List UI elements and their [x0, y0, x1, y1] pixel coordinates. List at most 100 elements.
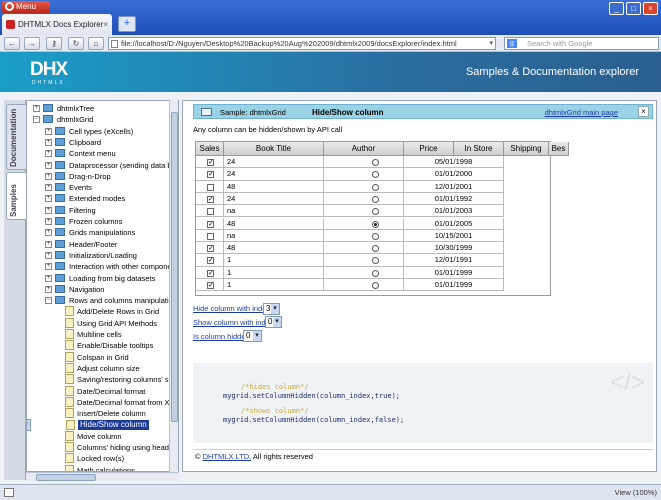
table-row[interactable]: na 01/01/2003 — [196, 205, 552, 218]
date-cell[interactable]: 01/01/1999 — [404, 279, 504, 292]
radio-button[interactable] — [372, 245, 379, 253]
expand-icon[interactable]: + — [45, 206, 52, 214]
column-header[interactable]: Sales — [196, 142, 224, 156]
expand-icon[interactable]: + — [45, 127, 52, 135]
expand-icon[interactable]: + — [45, 240, 52, 248]
title-cell[interactable]: 24 — [224, 192, 324, 206]
date-cell[interactable]: 01/01/2005 — [404, 217, 504, 230]
expand-icon[interactable]: + — [45, 229, 52, 237]
expand-icon[interactable]: + — [45, 263, 52, 271]
date-cell[interactable]: 10/30/1999 — [404, 242, 504, 255]
chevron-down-icon[interactable]: ▾ — [489, 38, 493, 49]
zoom-level[interactable]: View (100%) — [615, 488, 657, 497]
radio-button[interactable] — [372, 269, 379, 277]
browser-tab[interactable]: DHTMLX Docs Explorer × — [2, 14, 112, 35]
table-row[interactable]: ✓ 1 01/01/1999 — [196, 266, 552, 279]
column-header[interactable]: Author — [324, 142, 404, 156]
expand-icon[interactable]: + — [45, 172, 52, 180]
minimize-button[interactable]: _ — [609, 2, 624, 15]
radio-button[interactable] — [372, 232, 379, 240]
checkbox[interactable]: ✓ — [207, 257, 214, 265]
checkbox[interactable]: ✓ — [207, 159, 214, 166]
checkbox[interactable]: ✓ — [207, 195, 214, 203]
checkbox[interactable]: ✓ — [207, 220, 214, 228]
radio-button[interactable] — [372, 208, 379, 216]
search-input[interactable]: g Search with Google — [504, 37, 659, 50]
close-window-button[interactable]: × — [643, 2, 658, 15]
expand-icon[interactable]: + — [45, 161, 52, 169]
radio-button[interactable] — [372, 159, 379, 166]
expand-icon[interactable]: + — [45, 218, 52, 225]
checkbox[interactable]: ✓ — [207, 171, 214, 179]
expand-icon[interactable]: + — [45, 184, 52, 192]
column-header[interactable]: In Store — [454, 142, 504, 156]
table-row[interactable]: ✓ 48 10/30/1999 — [196, 242, 552, 255]
menu-button[interactable]: Menu — [2, 1, 50, 13]
back-button[interactable]: ← — [4, 37, 20, 50]
checkbox[interactable]: ✓ — [207, 245, 214, 253]
expand-icon[interactable]: + — [33, 105, 40, 112]
title-cell[interactable]: 48 — [224, 180, 324, 193]
expand-icon[interactable]: + — [45, 274, 52, 282]
expand-icon[interactable]: + — [45, 285, 52, 293]
column-header[interactable]: Bes — [549, 142, 569, 156]
title-cell[interactable]: na — [224, 205, 324, 218]
is-hidden-select[interactable]: 0 — [243, 330, 262, 342]
tree-vertical-scrollbar[interactable] — [169, 100, 178, 472]
title-cell[interactable]: 1 — [224, 266, 324, 279]
tree-horizontal-scrollbar[interactable] — [26, 472, 179, 481]
title-cell[interactable]: 1 — [224, 254, 324, 267]
title-cell[interactable]: na — [224, 229, 324, 243]
show-index-select[interactable]: 0 — [265, 316, 282, 328]
date-cell[interactable]: 12/01/2001 — [404, 180, 504, 193]
table-row[interactable]: 48 12/01/2001 — [196, 180, 552, 193]
collapse-icon[interactable]: − — [33, 116, 40, 124]
close-icon[interactable]: × — [638, 106, 649, 117]
collapse-icon[interactable]: − — [45, 297, 52, 305]
forward-button[interactable]: → — [24, 37, 40, 50]
is-hidden-link[interactable]: Is column hidden — [193, 332, 250, 341]
date-cell[interactable]: 05/01/1998 — [404, 156, 504, 169]
column-header[interactable]: Book Title — [224, 142, 324, 156]
title-cell[interactable]: 1 — [224, 279, 324, 292]
key-icon[interactable]: ⚷ — [46, 37, 62, 50]
table-row[interactable]: ✓ 48 01/01/2005 — [196, 217, 552, 230]
checkbox[interactable]: ✓ — [207, 282, 214, 289]
table-row[interactable]: ✓ 24 01/01/2000 — [196, 168, 552, 181]
date-cell[interactable]: 01/01/2000 — [404, 168, 504, 181]
column-header[interactable]: Shipping — [504, 142, 549, 156]
title-cell[interactable]: 48 — [224, 242, 324, 255]
checkbox[interactable] — [207, 183, 214, 191]
tab-documentation[interactable]: Documentation — [6, 104, 26, 170]
date-cell[interactable]: 10/15/2001 — [404, 229, 504, 243]
checkbox[interactable] — [207, 232, 214, 240]
radio-button[interactable] — [372, 183, 379, 191]
scroll-thumb[interactable] — [36, 474, 96, 481]
radio-button[interactable] — [372, 282, 379, 289]
new-tab-button[interactable]: + — [118, 16, 136, 32]
table-row[interactable]: ✓ 24 05/01/1998 — [196, 156, 552, 169]
date-cell[interactable]: 01/01/1992 — [404, 192, 504, 206]
table-row[interactable]: ✓ 24 01/01/1992 — [196, 192, 552, 206]
scroll-thumb[interactable] — [171, 112, 178, 422]
radio-button[interactable] — [372, 220, 379, 228]
table-row[interactable]: ✓ 1 12/01/1991 — [196, 254, 552, 267]
expand-icon[interactable]: + — [45, 251, 52, 259]
dhtmlx-link[interactable]: DHTMLX LTD. — [203, 452, 252, 461]
checkbox[interactable] — [207, 208, 214, 216]
expand-icon[interactable]: + — [45, 150, 52, 158]
table-row[interactable]: na 10/15/2001 — [196, 229, 552, 243]
maximize-button[interactable]: □ — [626, 2, 641, 15]
reload-button[interactable]: ↻ — [68, 37, 84, 50]
title-cell[interactable]: 24 — [224, 168, 324, 181]
date-cell[interactable]: 12/01/1991 — [404, 254, 504, 267]
column-header[interactable]: Price — [404, 142, 454, 156]
table-row[interactable]: ✓ 1 01/01/1999 — [196, 279, 552, 292]
panel-toggle-icon[interactable] — [4, 488, 14, 497]
expand-icon[interactable]: + — [45, 138, 52, 146]
date-cell[interactable]: 01/01/1999 — [404, 266, 504, 279]
expand-icon[interactable]: + — [45, 195, 52, 203]
radio-button[interactable] — [372, 171, 379, 179]
title-cell[interactable]: 24 — [224, 156, 324, 169]
tab-samples[interactable]: Samples — [6, 172, 26, 220]
